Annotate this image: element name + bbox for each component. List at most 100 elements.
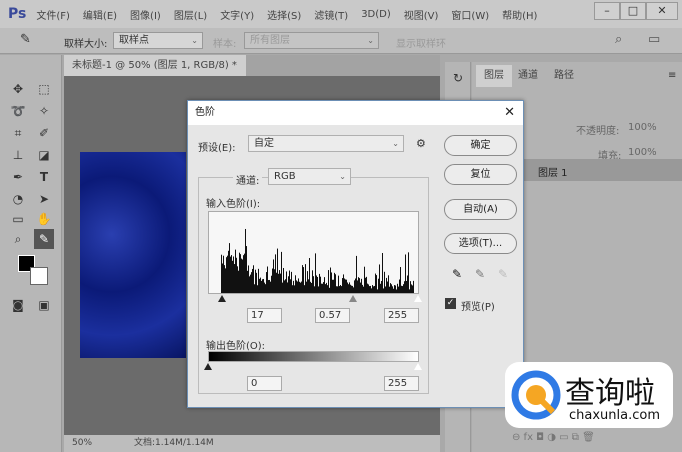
- histogram-bar: [391, 284, 392, 293]
- input-gamma-field[interactable]: 0.57: [315, 308, 350, 323]
- histogram-bar: [272, 268, 273, 293]
- menu-select[interactable]: 选择(S): [267, 7, 301, 22]
- histogram-bar: [229, 243, 230, 293]
- lasso-tool-icon[interactable]: ➰: [8, 101, 28, 121]
- path-select-icon[interactable]: ➤: [34, 189, 54, 209]
- eyedropper-tool-icon[interactable]: ✎: [34, 229, 54, 249]
- histogram-bar: [370, 285, 371, 293]
- brush-tool-icon[interactable]: ✐: [34, 123, 54, 143]
- menu-edit[interactable]: 编辑(E): [83, 7, 117, 22]
- histogram-bar: [344, 278, 345, 293]
- document-tab[interactable]: 未标题-1 @ 50% (图层 1, RGB/8) * ×: [64, 55, 246, 92]
- tab-paths[interactable]: 路径: [546, 65, 582, 87]
- gray-point-eyedropper-icon[interactable]: ✎: [475, 267, 485, 281]
- white-point-eyedropper-icon[interactable]: ✎: [498, 267, 508, 281]
- histogram-bar: [327, 285, 328, 293]
- preview-checkbox[interactable]: ✓: [445, 298, 456, 309]
- histogram-bar: [319, 273, 320, 293]
- fill-value[interactable]: 100%: [628, 147, 657, 158]
- history-icon[interactable]: ↻: [448, 68, 468, 88]
- histogram-bar: [348, 284, 349, 293]
- blur-tool-icon[interactable]: ◔: [8, 189, 28, 209]
- panel-menu-icon[interactable]: ≡: [668, 70, 676, 81]
- histogram-bar: [277, 248, 278, 293]
- pen-tool-icon[interactable]: ✒: [8, 167, 28, 187]
- output-black-field[interactable]: 0: [247, 376, 282, 391]
- quick-mask-icon[interactable]: ◙: [8, 295, 28, 315]
- stamp-tool-icon[interactable]: ⊥: [8, 145, 28, 165]
- histogram-bar: [269, 279, 270, 293]
- magic-wand-icon[interactable]: ✧: [34, 101, 54, 121]
- menu-image[interactable]: 图像(I): [130, 7, 161, 22]
- menu-type[interactable]: 文字(Y): [220, 7, 254, 22]
- histogram-bar: [331, 272, 332, 293]
- sample-select[interactable]: 所有图层 ⌄: [244, 32, 379, 49]
- histogram-bar: [294, 285, 295, 293]
- black-point-eyedropper-icon[interactable]: ✎: [452, 267, 462, 281]
- menu-file[interactable]: 文件(F): [36, 7, 70, 22]
- ok-button[interactable]: 确定: [444, 135, 517, 156]
- preset-select[interactable]: 自定 ⌄: [248, 135, 404, 152]
- histogram-bar: [336, 286, 337, 293]
- histogram-bar: [328, 270, 329, 293]
- eraser-tool-icon[interactable]: ◪: [34, 145, 54, 165]
- background-color-swatch[interactable]: [30, 267, 48, 285]
- document-title: 未标题-1 @ 50% (图层 1, RGB/8) *: [72, 60, 237, 71]
- input-gamma-slider[interactable]: [349, 295, 357, 302]
- layer-actions-icons[interactable]: ⊖ fx ◘ ◑ ▭ ⧉ 🗑: [512, 432, 595, 443]
- show-sampling-ring-checkbox[interactable]: 显示取样环: [396, 35, 446, 50]
- histogram-bar: [225, 268, 226, 293]
- output-white-field[interactable]: 255: [384, 376, 419, 391]
- output-black-slider[interactable]: [204, 363, 212, 370]
- tab-channels[interactable]: 通道: [510, 65, 546, 87]
- tab-layers[interactable]: 图层: [476, 65, 512, 87]
- sample-size-select[interactable]: 取样点 ⌄: [113, 32, 203, 49]
- reset-button[interactable]: 复位: [444, 164, 517, 185]
- input-white-slider[interactable]: [414, 295, 422, 302]
- marquee-tool-icon[interactable]: ⬚: [34, 79, 54, 99]
- rectangle-tool-icon[interactable]: ▭: [8, 209, 28, 229]
- maximize-button[interactable]: □: [620, 2, 646, 20]
- histogram-bar: [276, 272, 277, 293]
- menu-help[interactable]: 帮助(H): [502, 7, 537, 22]
- histogram-bar: [373, 286, 374, 293]
- minimize-button[interactable]: –: [594, 2, 620, 20]
- sample-label: 样本:: [213, 39, 237, 50]
- input-black-field[interactable]: 17: [247, 308, 282, 323]
- zoom-level[interactable]: 50%: [72, 435, 92, 452]
- menu-layer[interactable]: 图层(L): [174, 7, 207, 22]
- eyedropper-icon[interactable]: ✎: [20, 32, 31, 47]
- type-tool-icon[interactable]: T: [34, 167, 54, 187]
- dialog-close-icon[interactable]: ✕: [504, 101, 515, 125]
- move-tool-icon[interactable]: ✥: [8, 79, 28, 99]
- zoom-tool-icon[interactable]: ⌕: [8, 229, 28, 249]
- menu-3d[interactable]: 3D(D): [361, 9, 391, 20]
- hand-tool-icon[interactable]: ✋: [34, 209, 54, 229]
- auto-button[interactable]: 自动(A): [444, 199, 517, 220]
- histogram-bar: [260, 277, 261, 293]
- preset-gear-icon[interactable]: ⚙: [416, 137, 426, 150]
- histogram-bar: [312, 270, 313, 293]
- output-white-slider[interactable]: [414, 363, 422, 370]
- histogram-bar: [401, 285, 402, 293]
- layer-row[interactable]: 图层 1: [524, 159, 682, 181]
- histogram-bar: [275, 254, 276, 293]
- crop-tool-icon[interactable]: ⌗: [8, 123, 28, 143]
- histogram-bar: [266, 272, 267, 293]
- input-black-slider[interactable]: [218, 295, 226, 302]
- menu-view[interactable]: 视图(V): [404, 7, 439, 22]
- menu-filter[interactable]: 滤镜(T): [314, 7, 348, 22]
- screen-mode-icon[interactable]: ▣: [34, 295, 54, 315]
- input-white-field[interactable]: 255: [384, 308, 419, 323]
- histogram-bar: [381, 280, 382, 293]
- channel-select[interactable]: RGB ⌄: [268, 168, 351, 185]
- search-icon[interactable]: ⌕: [615, 32, 622, 47]
- menu-window[interactable]: 窗口(W): [451, 7, 489, 22]
- close-window-button[interactable]: ✕: [646, 2, 678, 20]
- options-button[interactable]: 选项(T)...: [444, 233, 517, 254]
- workspace-icon[interactable]: ▭: [648, 32, 660, 47]
- opacity-value[interactable]: 100%: [628, 122, 657, 133]
- histogram-bar: [362, 284, 363, 293]
- histogram-bar: [252, 268, 253, 293]
- histogram-bar: [341, 286, 342, 293]
